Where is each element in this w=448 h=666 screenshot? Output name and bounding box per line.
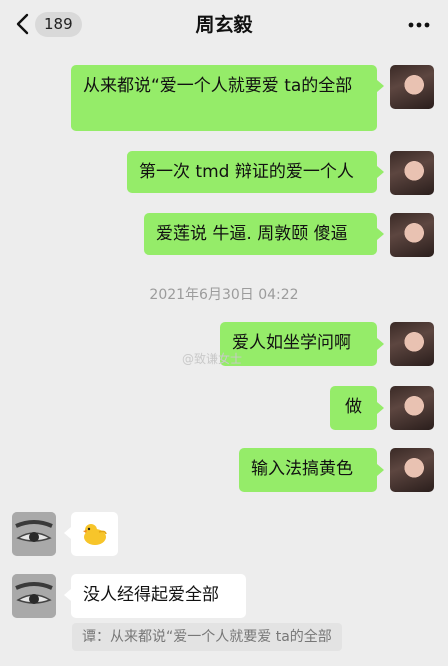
message-text: 输入法搞黄色 bbox=[251, 459, 353, 479]
bubble-tail bbox=[377, 228, 384, 240]
eye-photo-icon bbox=[12, 512, 56, 556]
more-options-icon[interactable] bbox=[408, 22, 430, 28]
my-avatar[interactable] bbox=[390, 65, 434, 109]
message-bubble[interactable]: 爱莲说 牛逼. 周敦颐 傻逼 bbox=[144, 213, 377, 255]
message-text: 第一次 tmd 辩证的爱一个人 bbox=[139, 162, 354, 182]
message-text: 爱莲说 牛逼. 周敦颐 傻逼 bbox=[156, 224, 348, 244]
bubble-tail bbox=[377, 338, 384, 350]
chat-header: 189 周玄毅 bbox=[0, 0, 448, 50]
bubble-tail bbox=[377, 402, 384, 414]
duck-emoji-icon bbox=[83, 524, 107, 545]
bubble-tail bbox=[377, 464, 384, 476]
message-bubble[interactable]: 输入法搞黄色 bbox=[239, 448, 377, 492]
sticker-bubble[interactable] bbox=[71, 512, 118, 556]
my-avatar[interactable] bbox=[390, 151, 434, 195]
chat-timestamp: 2021年6月30日 04:22 bbox=[149, 287, 299, 303]
message-text: 没人经得起爱全部 bbox=[83, 585, 219, 605]
message-text: 从来都说“爱一个人就要爱 ta的全部 bbox=[83, 76, 353, 96]
bubble-tail bbox=[64, 589, 71, 601]
back-chevron-icon[interactable] bbox=[14, 13, 32, 35]
message-text: 爱人如坐学问啊 bbox=[232, 333, 351, 353]
my-avatar[interactable] bbox=[390, 386, 434, 430]
bubble-tail bbox=[377, 80, 384, 92]
bubble-tail bbox=[64, 527, 71, 539]
my-avatar[interactable] bbox=[390, 448, 434, 492]
contact-avatar[interactable] bbox=[12, 574, 56, 618]
watermark: @致谦女士 bbox=[182, 352, 243, 366]
message-bubble[interactable]: 没人经得起爱全部 bbox=[71, 574, 246, 618]
message-bubble[interactable]: 爱人如坐学问啊 bbox=[220, 322, 377, 366]
message-text: 做 bbox=[345, 397, 362, 417]
my-avatar[interactable] bbox=[390, 322, 434, 366]
bubble-tail bbox=[377, 166, 384, 178]
message-bubble[interactable]: 从来都说“爱一个人就要爱 ta的全部 bbox=[71, 65, 377, 131]
message-bubble[interactable]: 第一次 tmd 辩证的爱一个人 bbox=[127, 151, 377, 193]
my-avatar[interactable] bbox=[390, 213, 434, 257]
eye-photo-icon bbox=[12, 574, 56, 618]
contact-avatar[interactable] bbox=[12, 512, 56, 556]
unread-count-badge[interactable]: 189 bbox=[35, 12, 82, 37]
message-bubble[interactable]: 做 bbox=[330, 386, 377, 430]
quoted-message[interactable]: 谭：从来都说“爱一个人就要爱 ta的全部 bbox=[72, 623, 342, 651]
